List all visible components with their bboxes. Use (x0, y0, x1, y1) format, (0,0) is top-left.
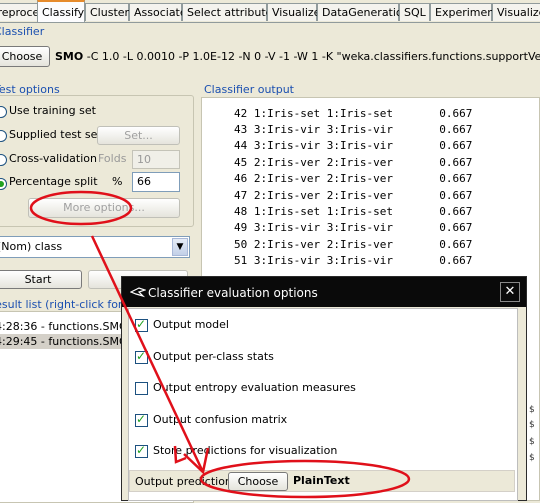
entropy-measures-label: Output entropy evaluation measures (153, 381, 356, 394)
entropy-measures-checkbox[interactable] (135, 382, 148, 395)
tab-preprocess[interactable]: Preprocess (0, 3, 51, 21)
tab-cluster[interactable]: Cluster (85, 3, 129, 21)
tab-classify[interactable]: Classify (37, 0, 85, 22)
tab-label: Visualize (497, 6, 540, 19)
output-line: 50 2:Iris-ver 2:Iris-ver 0.667 (234, 238, 473, 251)
class-select[interactable]: (Nom) class (0, 236, 190, 258)
output-line: 45 2:Iris-ver 2:Iris-ver 0.667 (234, 156, 473, 169)
close-icon[interactable]: ✕ (500, 282, 520, 302)
percentage-split-label: Percentage split (9, 175, 98, 188)
output-line: 48 1:Iris-set 1:Iris-set 0.667 (234, 205, 473, 218)
per-class-stats-checkbox[interactable] (135, 349, 148, 364)
confusion-matrix-checkbox[interactable] (135, 412, 148, 427)
confusion-matrix-label: Output confusion matrix (153, 413, 288, 426)
tab-visualize-2[interactable]: Visualize (492, 3, 540, 21)
classifier-name: SMO (55, 50, 84, 63)
tab-label: SQL (404, 6, 426, 19)
tab-visualize[interactable]: Visualize (267, 3, 321, 21)
use-training-label: Use training set (9, 104, 96, 117)
output-model-label: Output model (153, 318, 229, 331)
tab-label: Cluster (90, 6, 130, 19)
tab-label: Associate (134, 6, 187, 19)
class-select-value: (Nom) class (0, 240, 63, 253)
tab-label: Classify (42, 6, 85, 19)
scroll-marker: $ (529, 437, 535, 447)
more-options-button[interactable]: More options... (28, 198, 180, 218)
classifier-options: -C 1.0 -L 0.0010 -P 1.0E-12 -N 0 -V -1 -… (86, 50, 540, 63)
output-line: 42 1:Iris-set 1:Iris-set 0.667 (234, 107, 473, 120)
classifier-options-text[interactable]: SMO -C 1.0 -L 0.0010 -P 1.0E-12 -N 0 -V … (55, 47, 540, 66)
dialog-title: Classifier evaluation options (148, 286, 318, 300)
output-line: 51 3:Iris-vir 3:Iris-vir 0.667 (234, 254, 473, 267)
store-predictions-label: Store predictions for visualization (153, 444, 338, 457)
scroll-marker: $ (529, 405, 535, 415)
evaluation-options-dialog: Classifier evaluation options ✕ Output m… (121, 276, 527, 501)
weka-bird-icon (130, 287, 146, 298)
output-predictions-label: Output predictions (135, 475, 238, 488)
tab-select-attributes[interactable]: Select attributes (182, 3, 278, 21)
tab-label: Visualize (272, 6, 321, 19)
output-model-checkbox[interactable] (135, 317, 148, 332)
per-class-stats-label: Output per-class stats (153, 350, 274, 363)
classifier-section-label: Classifier (0, 25, 45, 38)
output-predictions-choose-button[interactable]: Choose (228, 472, 288, 491)
set-test-set-button[interactable]: Set... (97, 126, 180, 145)
scroll-marker: $ (529, 420, 535, 430)
tab-bar: Preprocess Classify Cluster Associate Se… (0, 0, 540, 23)
tab-experiment[interactable]: Experiment (430, 3, 499, 21)
output-line: 46 2:Iris-ver 2:Iris-ver 0.667 (234, 172, 473, 185)
classifier-choose-button[interactable]: Choose (0, 46, 50, 67)
cross-validation-label: Cross-validation (9, 152, 97, 165)
classifier-output-label: Classifier output (204, 83, 294, 96)
folds-input[interactable]: 10 (132, 150, 180, 169)
output-line: 49 3:Iris-vir 3:Iris-vir 0.667 (234, 221, 473, 234)
dialog-body: Output model Output per-class stats Outp… (128, 308, 518, 501)
percent-input[interactable]: 66 (132, 172, 180, 192)
tab-sql[interactable]: SQL (399, 3, 430, 21)
store-predictions-checkbox[interactable] (135, 443, 148, 458)
percent-label: % (112, 175, 123, 188)
predictions-format-value[interactable]: PlainText (293, 474, 350, 487)
output-line: 43 3:Iris-vir 3:Iris-vir 0.667 (234, 123, 473, 136)
start-button[interactable]: Start (0, 270, 82, 289)
output-line: 44 3:Iris-vir 3:Iris-vir 0.667 (234, 139, 473, 152)
tab-label: DataGeneration (322, 6, 410, 19)
tab-associate[interactable]: Associate (129, 3, 187, 21)
tab-datageneration[interactable]: DataGeneration (317, 3, 410, 21)
supplied-test-label: Supplied test set (9, 128, 102, 141)
scroll-marker: $ (529, 453, 535, 463)
tab-label: Experiment (435, 6, 499, 19)
folds-label: Folds (98, 152, 127, 165)
chevron-down-icon[interactable]: ▼ (172, 238, 188, 256)
output-line: 47 2:Iris-ver 2:Iris-ver 0.667 (234, 189, 473, 202)
dialog-title-bar[interactable]: Classifier evaluation options ✕ (122, 277, 526, 307)
tab-label: Select attributes (187, 6, 279, 19)
